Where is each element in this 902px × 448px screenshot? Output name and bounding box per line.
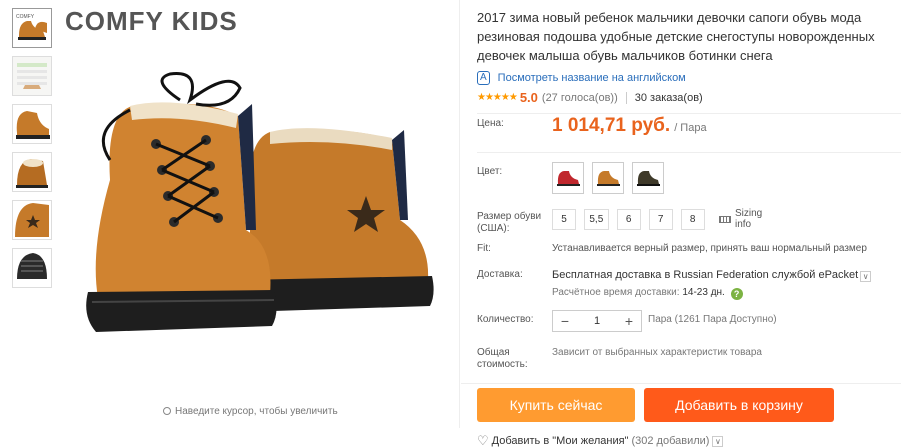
buy-divider <box>461 383 901 384</box>
translate-link-text[interactable]: Посмотреть название на английском <box>498 72 686 84</box>
size-option[interactable]: 7 <box>648 208 673 230</box>
size-option[interactable]: 8 <box>680 208 705 230</box>
sizing-info-link[interactable]: Sizing info <box>718 208 770 230</box>
rating-stars: ★★★★★ <box>477 92 518 103</box>
rating-score: 5.0 <box>519 90 538 105</box>
color-swatches <box>552 162 664 194</box>
zoom-hint-text: Наведите курсор, чтобы увеличить <box>175 406 338 417</box>
thumbnail-strip: COMFY <box>12 8 54 296</box>
translate-link[interactable]: A Посмотреть название на английском <box>477 71 902 85</box>
sizing-info-text[interactable]: Sizing info <box>735 208 769 230</box>
swatch-yellow-brown[interactable] <box>592 162 624 194</box>
fit-label: Fit: <box>477 243 491 254</box>
price-unit: / Пара <box>674 122 707 134</box>
delivery-estimate: Расчётное время доставки: 14-23 дн. ? <box>552 287 743 300</box>
buy-now-button[interactable]: Купить сейчас <box>477 388 635 422</box>
thumb-boots-top[interactable]: COMFY <box>12 8 52 48</box>
total-label: Общая стоимость: <box>477 347 528 370</box>
size-option[interactable]: 5,5 <box>584 208 609 230</box>
eta-unit: дн. <box>710 287 725 298</box>
boots-photo <box>86 72 434 332</box>
size-option[interactable]: 6 <box>616 208 641 230</box>
swatch-red[interactable] <box>552 162 584 194</box>
chevron-down-icon[interactable]: ∨ <box>712 435 724 447</box>
rating-votes-link[interactable]: (27 голоса(ов)) <box>542 92 618 104</box>
thumb-boot-fur[interactable] <box>12 152 52 192</box>
size-option[interactable]: 5 <box>552 208 576 230</box>
price-label: Цена: <box>477 118 504 129</box>
price-value-wrap: 1 014,71 руб. / Пара <box>552 115 707 137</box>
zoom-hint: Наведите курсор, чтобы увеличить <box>163 406 338 417</box>
section-divider <box>477 152 901 153</box>
eta-value: 14-23 <box>682 287 708 298</box>
brand-logo: COMFY KIDS <box>65 6 238 36</box>
price-value: 1 014,71 руб. <box>552 115 671 136</box>
quantity-label: Количество: <box>477 314 534 325</box>
help-icon[interactable]: ? <box>730 288 743 300</box>
shipping-method[interactable]: Бесплатная доставка в Russian Federation… <box>552 269 872 282</box>
chevron-down-icon[interactable]: ∨ <box>860 271 872 282</box>
swatch-dark-brown[interactable] <box>632 162 664 194</box>
quantity-available: Пара (1261 Пара Доступно) <box>648 314 777 325</box>
increment-button[interactable]: + <box>617 313 641 329</box>
wishlist-text[interactable]: Добавить в "Мои желания" <box>492 435 629 447</box>
shipping-label: Доставка: <box>477 269 523 280</box>
rating-row: ★★★★★ 5.0 (27 голоса(ов)) 30 заказа(ов) <box>477 90 901 114</box>
rating-divider <box>625 91 627 104</box>
svg-text:COMFY: COMFY <box>16 14 35 20</box>
add-to-cart-button[interactable]: Добавить в корзину <box>644 388 834 422</box>
size-label: Размер обуви (США): <box>477 211 542 234</box>
fit-text: Устанавливается верный размер, принять в… <box>552 243 867 254</box>
size-options: 5 5,5 6 7 8 Sizing info <box>552 208 769 230</box>
product-title: 2017 зима новый ребенок мальчики девочки… <box>477 10 875 63</box>
total-text: Зависит от выбранных характеристик товар… <box>552 347 762 358</box>
shipping-method-text[interactable]: Бесплатная доставка в Russian Federation… <box>552 269 858 281</box>
color-label: Цвет: <box>477 166 503 177</box>
thumb-size-chart[interactable] <box>12 56 52 96</box>
eta-label: Расчётное время доставки: <box>552 287 680 298</box>
translate-icon: A <box>477 71 490 85</box>
decrement-button[interactable]: − <box>553 313 577 329</box>
quantity-stepper: − 1 + <box>552 310 642 332</box>
quantity-input[interactable]: 1 <box>577 315 617 327</box>
thumb-boot-side[interactable] <box>12 104 52 144</box>
order-count: 30 заказа(ов) <box>634 91 703 104</box>
wishlist-count: (302 добавили) <box>631 435 710 447</box>
thumb-boot-sole[interactable] <box>12 248 52 288</box>
main-product-image[interactable]: COMFY KIDS Наведите курсор, чтобы увелич… <box>60 0 460 428</box>
product-info: 2017 зима новый ребенок мальчики девочки… <box>461 8 902 448</box>
heart-icon: ♡ <box>477 433 489 448</box>
magnifier-icon <box>163 407 171 415</box>
wishlist-link[interactable]: ♡ Добавить в "Мои желания" (302 добавили… <box>477 433 724 448</box>
ruler-icon <box>718 215 731 223</box>
thumb-boot-star[interactable] <box>12 200 52 240</box>
